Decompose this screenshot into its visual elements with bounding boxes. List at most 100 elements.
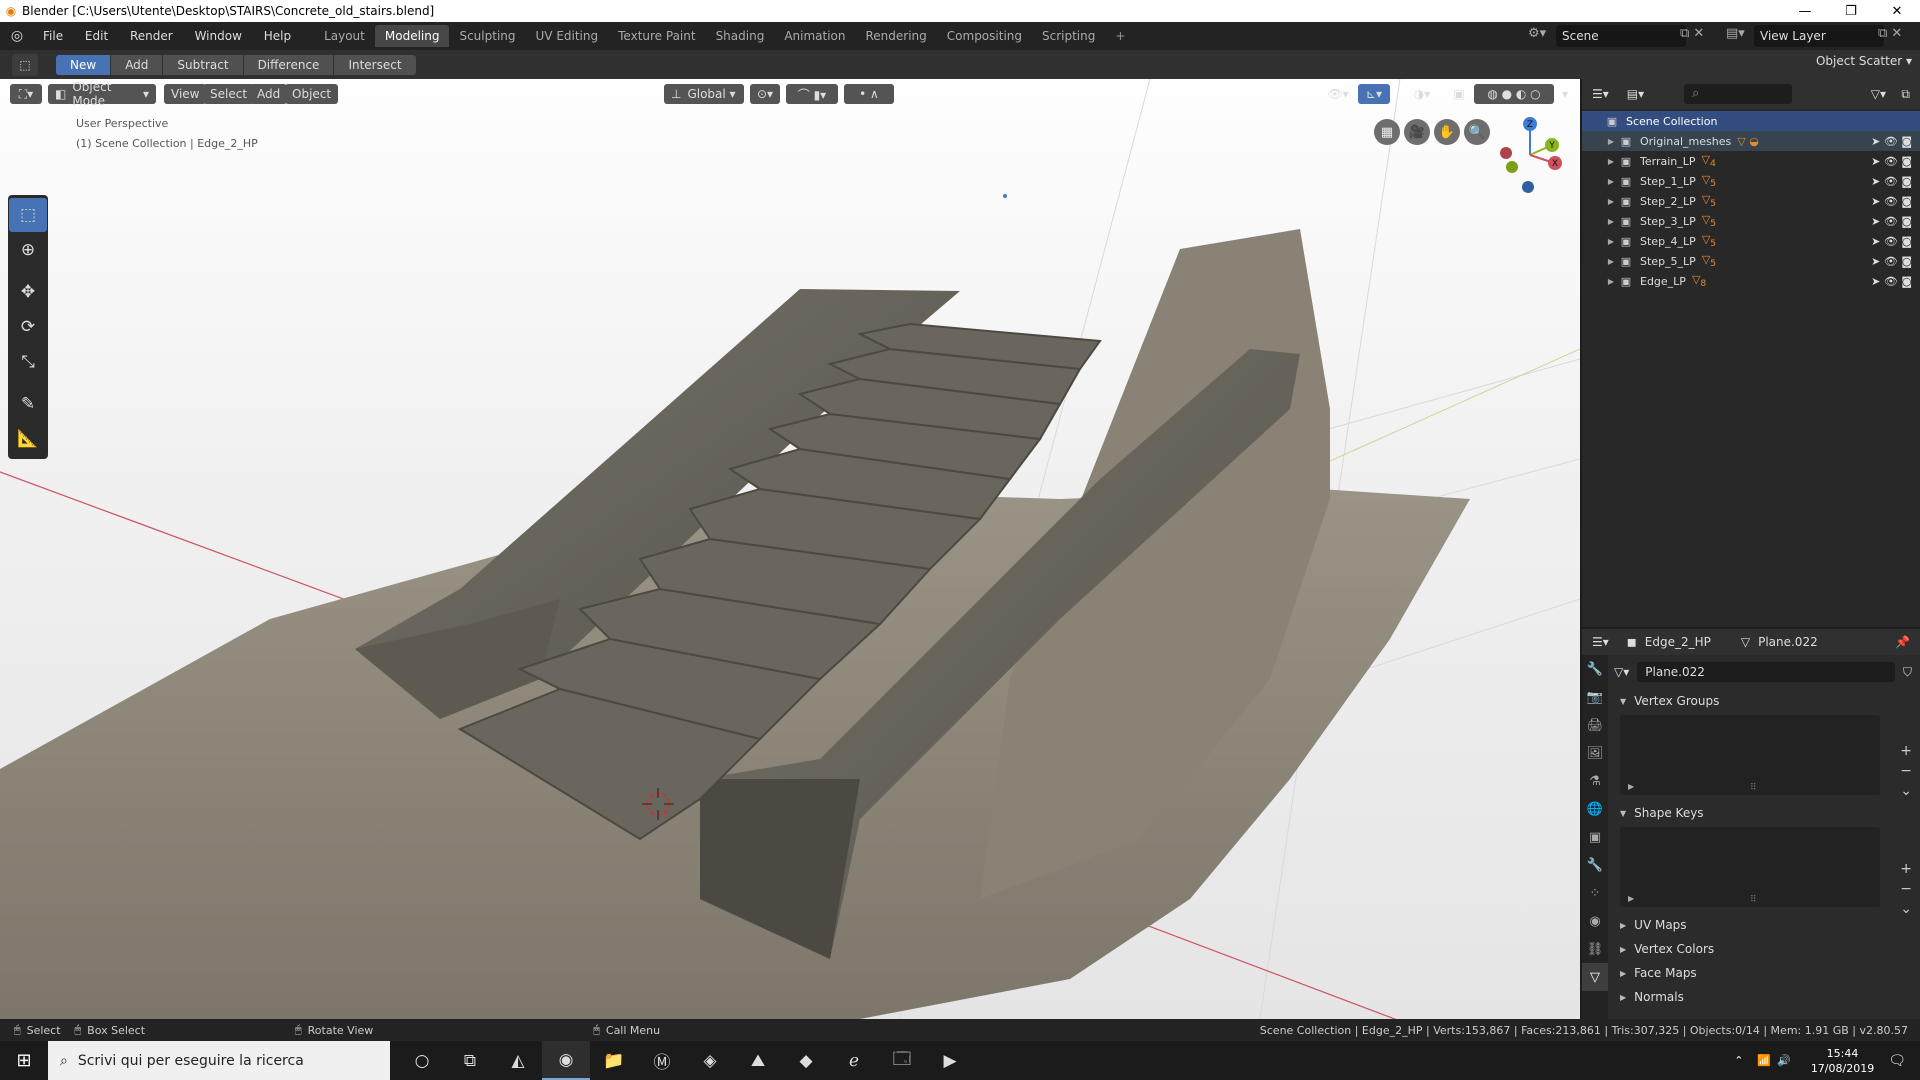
app-substance-icon[interactable]: ⛰ (734, 1041, 782, 1080)
app-orange-icon[interactable]: ▶ (926, 1041, 974, 1080)
select-menu[interactable]: Select (203, 84, 255, 104)
transform-orientation-dropdown[interactable]: ⊥ Global ▾ (664, 84, 744, 104)
bool-new-button[interactable]: New (56, 54, 111, 75)
list-expand-icon[interactable]: ▶ (1628, 894, 1634, 903)
tab-layout[interactable]: Layout (314, 25, 375, 47)
fake-user-icon[interactable]: ⛉ (1903, 665, 1912, 680)
shape-key-menu-icon[interactable]: ⌄ (1900, 901, 1912, 917)
app-m-icon[interactable]: Ⓜ (638, 1041, 686, 1080)
overlays-icon[interactable]: ◑▾ (1406, 84, 1438, 104)
3d-viewport[interactable]: ⛶▾ ◧ Object Mode ▾ View Select Add Objec… (0, 79, 1580, 1019)
blender-menu-icon[interactable]: ◎ (0, 28, 34, 44)
restriction-toggles[interactable]: ➤ 👁 ◙ (1871, 235, 1912, 248)
wifi-icon[interactable]: 📶 (1757, 1054, 1771, 1067)
world-tab-icon[interactable]: 🌐 (1582, 795, 1608, 823)
menu-help[interactable]: Help (255, 29, 300, 43)
restriction-toggles[interactable]: ➤ 👁 ◙ (1871, 215, 1912, 228)
tab-texture-paint[interactable]: Texture Paint (608, 25, 705, 47)
expand-arrow-icon[interactable]: ▶ (1604, 277, 1618, 286)
outliner-item-original-meshes[interactable]: ▶ ▣ Original_meshes ▽ ◒ ➤ 👁 ◙ (1582, 131, 1920, 151)
measure-icon[interactable]: 📐 (9, 422, 47, 456)
bool-subtract-button[interactable]: Subtract (163, 54, 243, 75)
navigation-gizmo[interactable]: Z Y X (1490, 115, 1570, 195)
taskbar-search-input[interactable]: ⌕ Scrivi qui per eseguire la ricerca (48, 1041, 390, 1080)
tab-rendering[interactable]: Rendering (856, 25, 937, 47)
snap-icon[interactable]: ⌒ ▮▾ (786, 84, 838, 104)
expand-arrow-icon[interactable]: ▶ (1604, 217, 1618, 226)
expand-arrow-icon[interactable]: ▶ (1604, 237, 1618, 246)
tab-scripting[interactable]: Scripting (1032, 25, 1105, 47)
outliner-item-step-4-lp[interactable]: ▶ ▣ Step_4_LP ▽5 ➤ 👁 ◙ (1582, 231, 1920, 251)
editor-type-icon[interactable]: ⛶▾ (10, 84, 42, 104)
annotate-icon[interactable]: ✎ (9, 387, 47, 421)
outliner-item-step-2-lp[interactable]: ▶ ▣ Step_2_LP ▽5 ➤ 👁 ◙ (1582, 191, 1920, 211)
outliner-root-collection[interactable]: ▣ Scene Collection (1582, 111, 1920, 131)
restriction-toggles[interactable]: ➤ 👁 ◙ (1871, 275, 1912, 288)
tab-modeling[interactable]: Modeling (374, 25, 450, 47)
expand-arrow-icon[interactable]: ▶ (1604, 137, 1618, 146)
maximize-button[interactable]: ❐ (1828, 4, 1874, 19)
tool-tab-icon[interactable]: 🔧 (1582, 655, 1608, 683)
new-collection-icon[interactable]: ⧉ (1901, 87, 1910, 102)
tab-compositing[interactable]: Compositing (937, 25, 1032, 47)
camera-view-icon[interactable]: 🎥 (1404, 119, 1430, 145)
new-view-layer-icon[interactable]: ⧉ ✕ (1878, 26, 1902, 41)
xray-icon[interactable]: ▣ (1450, 84, 1468, 104)
panel-header-shape-keys[interactable]: ▼ Shape Keys (1610, 801, 1916, 825)
physics-tab-icon[interactable]: ◉ (1582, 907, 1608, 935)
properties-editor-type-icon[interactable]: ☰▾ (1592, 635, 1609, 649)
menu-render[interactable]: Render (121, 29, 182, 43)
pivot-point-icon[interactable]: ⊙▾ (750, 84, 780, 104)
select-box-icon[interactable]: ⬚ (9, 198, 47, 232)
panel-header-face-maps[interactable]: ▶ Face Maps (1610, 961, 1920, 985)
outliner-item-step-1-lp[interactable]: ▶ ▣ Step_1_LP ▽5 ➤ 👁 ◙ (1582, 171, 1920, 191)
app-window-icon[interactable]: 🗔 (878, 1041, 926, 1080)
pin-icon[interactable]: 📌 (1895, 635, 1910, 649)
edge-browser-icon[interactable]: ℯ (830, 1041, 878, 1080)
expand-arrow-icon[interactable]: ▶ (1604, 257, 1618, 266)
active-tool-icon[interactable]: ⬚ (12, 53, 38, 76)
add-workspace-button[interactable]: + (1105, 25, 1135, 47)
unity-app-icon[interactable]: ◭ (494, 1041, 542, 1080)
restriction-toggles[interactable]: ➤ 👁 ◙ (1871, 135, 1912, 148)
rotate-icon[interactable]: ⟳ (9, 310, 47, 344)
view-layer-selector-icon[interactable]: ▤▾ (1726, 26, 1745, 41)
scene-tab-icon[interactable]: ⚗ (1582, 767, 1608, 795)
mode-dropdown[interactable]: ◧ Object Mode ▾ (48, 80, 156, 108)
outliner-editor-type-icon[interactable]: ☰▾ (1592, 87, 1609, 101)
scene-selector-icon[interactable]: ⚙▾ (1528, 26, 1546, 41)
volume-icon[interactable]: 🔊 (1777, 1054, 1791, 1067)
file-explorer-icon[interactable]: 📁 (590, 1041, 638, 1080)
outliner-item-step-3-lp[interactable]: ▶ ▣ Step_3_LP ▽5 ➤ 👁 ◙ (1582, 211, 1920, 231)
clock[interactable]: 15:44 17/08/2019 (1811, 1046, 1874, 1076)
task-view-icon[interactable]: ⧉ (446, 1041, 494, 1080)
add-vertex-group-icon[interactable]: + (1900, 743, 1912, 759)
resize-handle-icon[interactable]: ⠿ (1750, 895, 1757, 905)
display-mode-icon[interactable]: ▤▾ (1627, 87, 1644, 101)
restriction-toggles[interactable]: ➤ 👁 ◙ (1871, 155, 1912, 168)
render-tab-icon[interactable]: 📷 (1582, 683, 1608, 711)
expand-arrow-icon[interactable]: ▶ (1604, 177, 1618, 186)
menu-edit[interactable]: Edit (76, 29, 117, 43)
vertex-groups-list[interactable]: ▶ ⠿ (1620, 715, 1880, 795)
gizmo-toggle-icon[interactable]: ⊾▾ (1358, 84, 1390, 104)
outliner-item-step-5-lp[interactable]: ▶ ▣ Step_5_LP ▽5 ➤ 👁 ◙ (1582, 251, 1920, 271)
windows-start-icon[interactable]: ⊞ (0, 1050, 48, 1071)
outliner-item-terrain-lp[interactable]: ▶ ▣ Terrain_LP ▽4 ➤ 👁 ◙ (1582, 151, 1920, 171)
view-menu[interactable]: View (164, 84, 207, 104)
menu-file[interactable]: File (34, 29, 72, 43)
view-layer-tab-icon[interactable]: 🖼 (1582, 739, 1608, 767)
tab-sculpting[interactable]: Sculpting (449, 25, 525, 47)
new-scene-icon[interactable]: ⧉ ✕ (1680, 26, 1704, 41)
tab-animation[interactable]: Animation (774, 25, 855, 47)
object-tab-icon[interactable]: ▣ (1582, 823, 1608, 851)
object-scatter-menu[interactable]: Object Scatter ▾ (1816, 54, 1912, 68)
remove-vertex-group-icon[interactable]: − (1900, 763, 1912, 779)
proportional-editing-icon[interactable]: • ∧ (844, 84, 894, 104)
minimize-button[interactable]: — (1782, 4, 1828, 19)
list-expand-icon[interactable]: ▶ (1628, 782, 1634, 791)
output-tab-icon[interactable]: 🖨 (1582, 711, 1608, 739)
pan-hand-icon[interactable]: ✋ (1434, 119, 1460, 145)
expand-arrow-icon[interactable]: ▶ (1604, 197, 1618, 206)
toggle-grid-icon[interactable]: ▦ (1374, 119, 1400, 145)
